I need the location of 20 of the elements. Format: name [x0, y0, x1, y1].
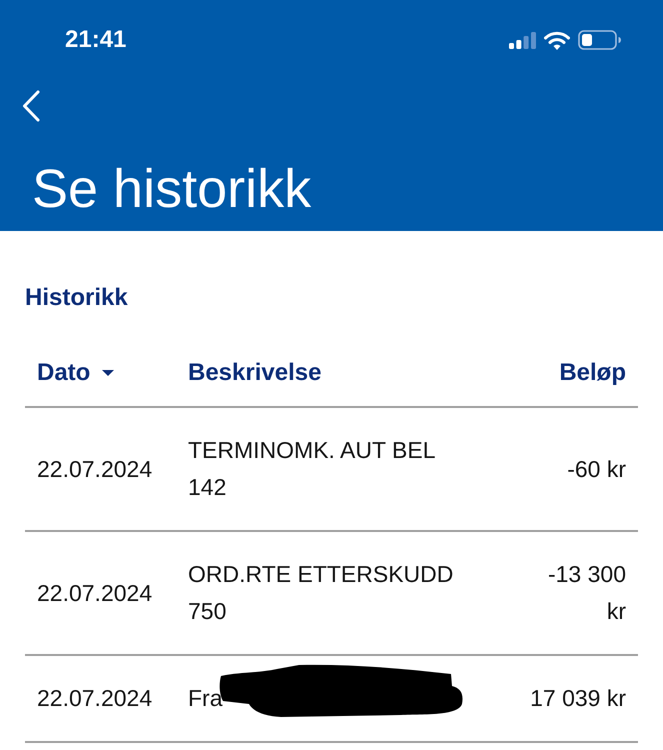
- wifi-icon: [544, 30, 570, 50]
- amount-text: 17 039 kr: [530, 684, 626, 713]
- amount-text: -60 kr: [567, 454, 626, 484]
- column-header[interactable]: Beløp: [559, 358, 626, 388]
- date-text: 22.07.2024: [37, 578, 154, 608]
- description-text: ORD.RTE ETTERSKUDD 750: [188, 560, 454, 626]
- amount-text: -13 300 kr: [546, 560, 626, 626]
- description-text: Fra: [188, 684, 222, 713]
- back-button[interactable]: [22, 90, 40, 122]
- date-text: 22.07.2024: [37, 454, 154, 484]
- battery-icon: [578, 30, 621, 50]
- column-header[interactable]: Beskrivelse: [188, 358, 322, 388]
- date-text: 22.07.2024: [37, 684, 154, 713]
- page-title: Se historikk: [32, 158, 312, 221]
- description-text: TERMINOMK. AUT BEL 142: [188, 436, 436, 502]
- column-header[interactable]: Dato: [37, 358, 114, 388]
- signal-icon: [509, 32, 536, 48]
- section-heading: Historikk: [25, 283, 128, 313]
- status-time: 21:41: [65, 26, 126, 54]
- chevron-left-icon: [22, 90, 40, 122]
